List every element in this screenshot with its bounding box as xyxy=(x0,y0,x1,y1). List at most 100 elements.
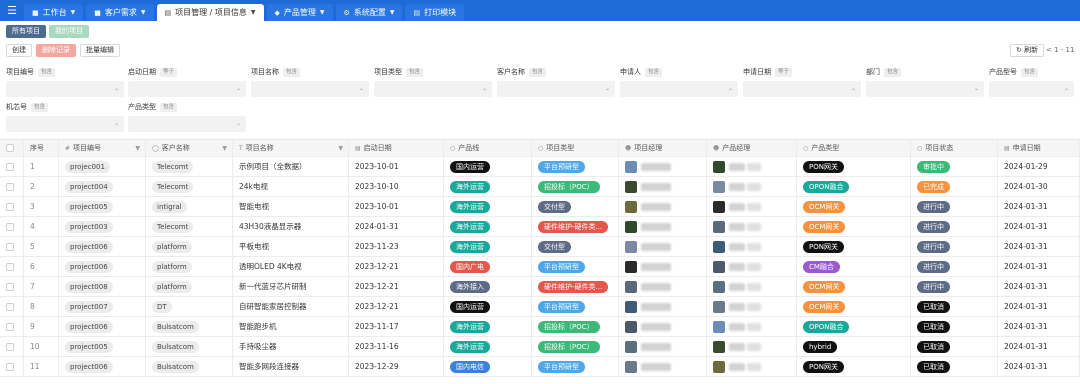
column-header[interactable]: ○ 产品类型 xyxy=(797,140,911,156)
filter-input[interactable]: ⌄ xyxy=(6,81,124,97)
filter-input[interactable]: ⌄ xyxy=(6,116,124,132)
filter-operator[interactable]: 包含 xyxy=(884,67,902,77)
refresh-button[interactable]: ↻ 刷新 xyxy=(1010,44,1045,57)
filter-icon[interactable]: ▼ xyxy=(338,145,343,152)
filter-input[interactable]: ⌄ xyxy=(251,81,369,97)
table-row[interactable]: 9 project006 Bulsatcom 智能跑步机 2023-11-17 海外运营 招… xyxy=(0,317,1080,337)
column-header[interactable]: ☻ 项目经理 xyxy=(619,140,707,156)
project-code[interactable]: project008 xyxy=(65,280,113,293)
filter-operator[interactable]: 包含 xyxy=(1021,67,1039,77)
row-checkbox[interactable] xyxy=(6,222,14,231)
column-header[interactable]: ☻ 产品经理 xyxy=(707,140,797,156)
column-header[interactable]: ◯ 客户名称 ▼ xyxy=(146,140,233,156)
project-code[interactable]: project005 xyxy=(65,200,113,213)
tab-all-projects[interactable]: 所有项目 xyxy=(6,25,46,38)
project-code[interactable]: project007 xyxy=(65,300,113,313)
table-row[interactable]: 8 project007 DT 自研智能家居控制器 2023-12-21 国内运营 平台预研… xyxy=(0,297,1080,317)
nav-tab-4[interactable]: ⚙ 系统配置 ▼ xyxy=(335,4,403,21)
customer-name[interactable]: DT xyxy=(152,300,172,313)
project-code[interactable]: project005 xyxy=(65,340,113,353)
table-cell: OPON融合 xyxy=(797,317,911,336)
checkbox[interactable] xyxy=(6,144,14,152)
delete-records-button[interactable]: 删除记录 xyxy=(36,44,76,57)
filter-icon[interactable]: ▼ xyxy=(222,145,227,152)
row-checkbox[interactable] xyxy=(6,322,14,331)
filter-operator[interactable]: 包含 xyxy=(529,67,547,77)
batch-edit-button[interactable]: 批量编辑 xyxy=(80,44,120,57)
nav-tab-0[interactable]: ■ 工作台 ▼ xyxy=(24,4,84,21)
filter-input[interactable]: ⌄ xyxy=(866,81,984,97)
row-checkbox[interactable] xyxy=(6,282,14,291)
filter-operator[interactable]: 包含 xyxy=(645,67,663,77)
filter-operator[interactable]: 包含 xyxy=(38,67,56,77)
create-button[interactable]: 创建 xyxy=(6,44,32,57)
project-code[interactable]: project006 xyxy=(65,360,113,373)
table-row[interactable]: 6 project006 platform 透明OLED 4K电视 2023-12-21… xyxy=(0,257,1080,277)
project-code[interactable]: projec001 xyxy=(65,160,110,173)
table-row[interactable]: 2 project004 Telecomt 24k电视 2023-10-10 海外运营 招投… xyxy=(0,177,1080,197)
column-header[interactable]: ○ 产品线 xyxy=(444,140,532,156)
customer-name[interactable]: platform xyxy=(152,260,192,273)
filter-input[interactable]: ⌄ xyxy=(620,81,738,97)
column-header[interactable]: ○ 项目状态 xyxy=(911,140,998,156)
row-checkbox[interactable] xyxy=(6,362,14,371)
filter-operator[interactable]: 包含 xyxy=(160,102,178,112)
nav-tab-5[interactable]: ▤ 打印模块 xyxy=(405,4,465,21)
table-row[interactable]: 11 project006 Bulsatcom 智能多网段连接器 2023-12-29 国… xyxy=(0,357,1080,377)
filter-operator[interactable]: 等于 xyxy=(775,67,793,77)
column-header[interactable]: ▤ 启动日期 xyxy=(349,140,444,156)
table-row[interactable]: 3 project005 intigral 智能电视 2023-10-01 海外运营 交付型… xyxy=(0,197,1080,217)
filter-operator[interactable]: 包含 xyxy=(283,67,301,77)
row-checkbox[interactable] xyxy=(6,302,14,311)
column-header[interactable]: 序号 xyxy=(24,140,59,156)
row-checkbox[interactable] xyxy=(6,202,14,211)
pagination[interactable]: < 1 - 11 xyxy=(1046,46,1074,54)
customer-name[interactable]: Telecomt xyxy=(152,180,194,193)
customer-name[interactable]: Telecomt xyxy=(152,160,194,173)
project-code[interactable]: project006 xyxy=(65,320,113,333)
row-checkbox[interactable] xyxy=(6,242,14,251)
filter-icon[interactable]: ▼ xyxy=(135,145,140,152)
customer-name[interactable]: Bulsatcom xyxy=(152,320,199,333)
nav-tab-3[interactable]: ◆ 产品管理 ▼ xyxy=(266,4,333,21)
customer-name[interactable]: platform xyxy=(152,280,192,293)
table-row[interactable]: 10 project005 Bulsatcom 手持吸尘器 2023-11-16 海外运营… xyxy=(0,337,1080,357)
row-checkbox[interactable] xyxy=(6,162,14,171)
column-header[interactable]: ▤ 申请日期 xyxy=(998,140,1080,156)
customer-name[interactable]: platform xyxy=(152,240,192,253)
table-row[interactable]: 5 project006 platform 平板电视 2023-11-23 海外运营 交付型… xyxy=(0,237,1080,257)
row-checkbox[interactable] xyxy=(6,182,14,191)
project-code[interactable]: project003 xyxy=(65,220,113,233)
filter-input[interactable]: ⌄ xyxy=(128,116,246,132)
customer-name[interactable]: Telecomt xyxy=(152,220,194,233)
customer-name[interactable]: Bulsatcom xyxy=(152,340,199,353)
row-checkbox[interactable] xyxy=(6,262,14,271)
hamburger-icon[interactable]: ☰ xyxy=(0,0,24,21)
project-code[interactable]: project006 xyxy=(65,240,113,253)
column-header[interactable]: # 项目编号 ▼ xyxy=(59,140,146,156)
table-row[interactable]: 7 project008 platform 新一代蓝牙芯片研制 2023-12-21 海外… xyxy=(0,277,1080,297)
table-cell: 智能多网段连接器 xyxy=(233,357,349,376)
table-row[interactable]: 4 project003 Telecomt 43H30液晶显示器 2024-01-31 海… xyxy=(0,217,1080,237)
select-all-checkbox[interactable] xyxy=(0,140,24,156)
filter-input[interactable]: ⌄ xyxy=(989,81,1074,97)
nav-tab-2[interactable]: ▤ 项目管理 / 项目信息 ▼ xyxy=(156,4,264,21)
column-header-label: 产品经理 xyxy=(722,144,751,152)
filter-operator[interactable]: 等于 xyxy=(160,67,178,77)
tab-my-projects[interactable]: 我的项目 xyxy=(49,25,89,38)
filter-input[interactable]: ⌄ xyxy=(374,81,492,97)
customer-name[interactable]: Bulsatcom xyxy=(152,360,199,373)
column-header[interactable]: ○ 项目类型 xyxy=(532,140,619,156)
table-row[interactable]: 1 projec001 Telecomt 示例项目（全数据） 2023-10-01 国内运… xyxy=(0,157,1080,177)
filter-operator[interactable]: 包含 xyxy=(406,67,424,77)
project-code[interactable]: project006 xyxy=(65,260,113,273)
filter-input[interactable]: ⌄ xyxy=(497,81,615,97)
filter-operator[interactable]: 包含 xyxy=(31,102,49,112)
nav-tab-1[interactable]: ■ 客户需求 ▼ xyxy=(86,4,154,21)
filter-input[interactable]: ⌄ xyxy=(128,81,246,97)
row-checkbox[interactable] xyxy=(6,342,14,351)
column-header[interactable]: T 项目名称 ▼ xyxy=(233,140,349,156)
filter-input[interactable]: ⌄ xyxy=(743,81,861,97)
project-code[interactable]: project004 xyxy=(65,180,113,193)
customer-name[interactable]: intigral xyxy=(152,200,187,213)
